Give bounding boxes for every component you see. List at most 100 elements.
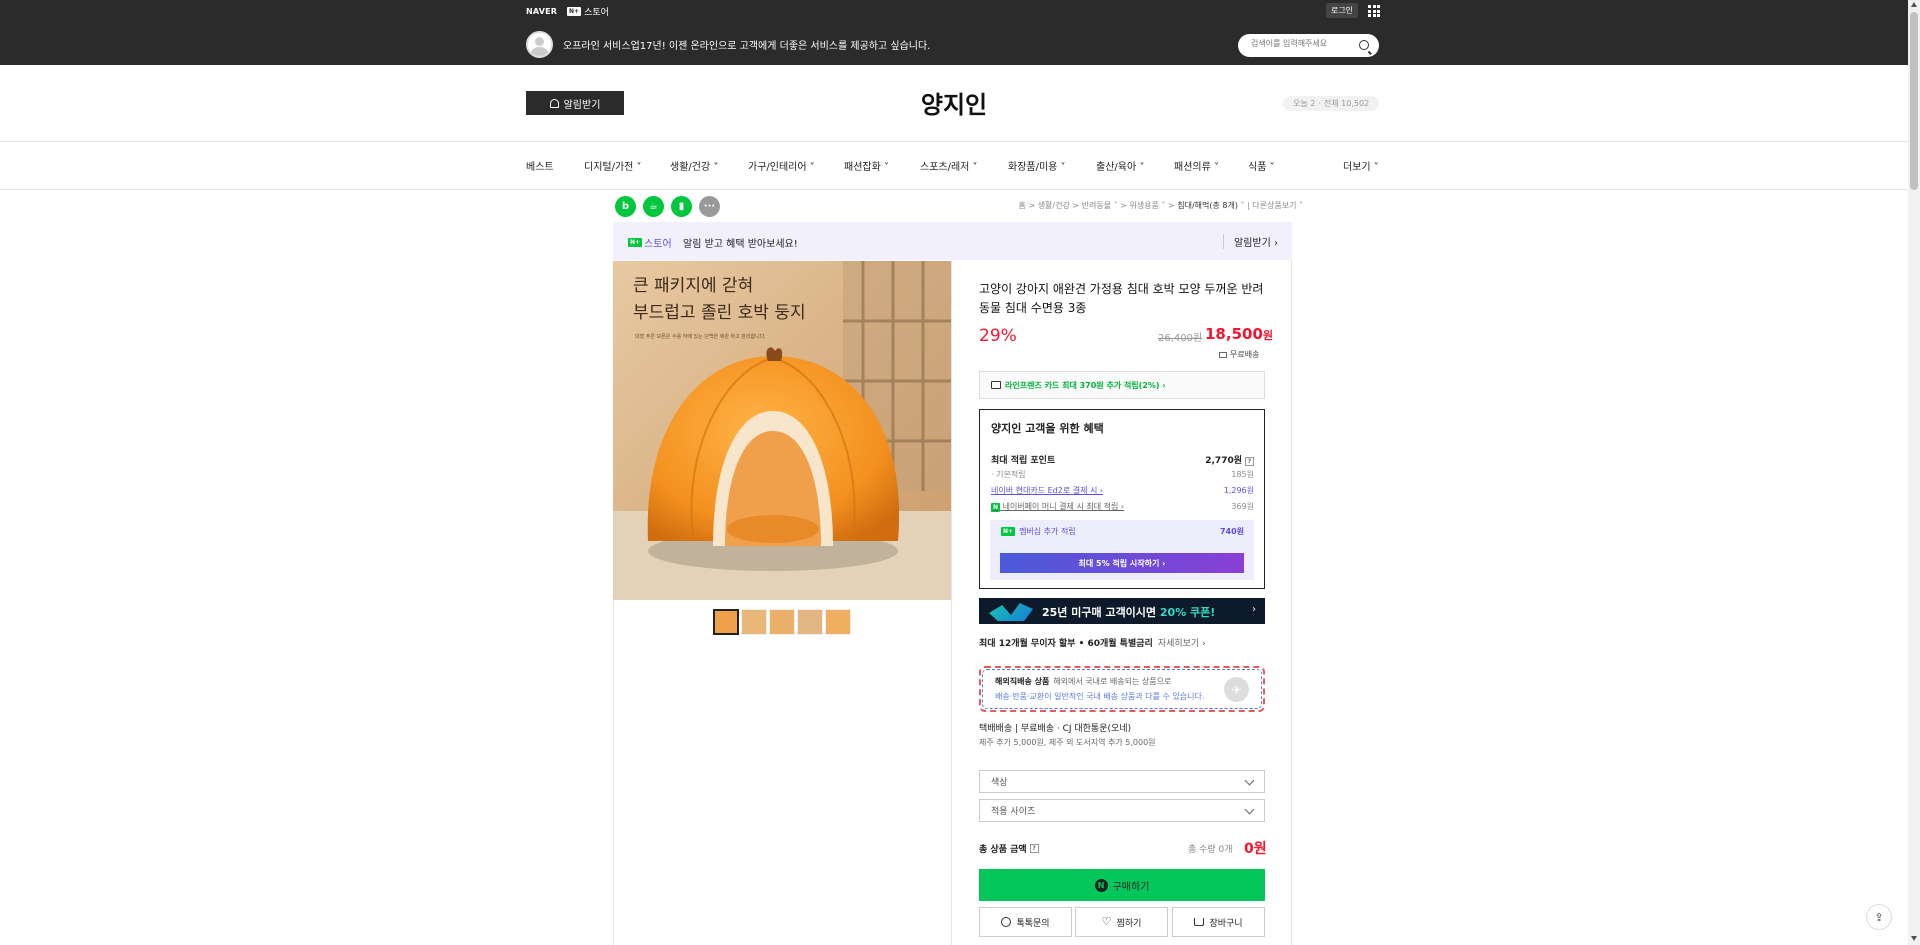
breadcrumb-item[interactable]: 홈 <box>1019 201 1026 210</box>
npay-points-value: 369원 <box>1231 502 1254 511</box>
card-benefit-text: 라인프렌즈 카드 최대 370원 추가 적립(2%) › <box>1005 381 1166 390</box>
product-main-image[interactable]: 큰 패키지에 갇혀 부드럽고 졸린 호박 둥지 대형 푸른 보폰은 수용 하에 … <box>613 261 952 600</box>
size-select[interactable]: 적용 사이즈 <box>979 799 1265 822</box>
cart-icon <box>1194 918 1205 926</box>
color-select[interactable]: 색상 <box>979 770 1265 793</box>
benefit-title: 양지인 고객을 위한 혜택 <box>991 422 1104 435</box>
total-label-text: 총 상품 금액 <box>979 845 1027 855</box>
card-benefit-box[interactable]: 라인프렌즈 카드 최대 370원 추가 적립(2%) › <box>979 371 1265 399</box>
total-quantity: 총 수량 0개 <box>1188 845 1233 855</box>
nav-more-label: 더보기 <box>1343 162 1371 173</box>
help-icon[interactable]: ? <box>1029 844 1039 853</box>
chevron-down-icon <box>1244 775 1255 786</box>
other-products-link[interactable]: 다른상품보기 <box>1252 201 1296 210</box>
login-button[interactable]: 로그인 <box>1326 3 1358 18</box>
image-headline-1: 큰 패키지에 갇혀 <box>633 276 754 296</box>
coupon-decoration <box>989 603 1033 621</box>
cart-button[interactable]: 장바구니 <box>1172 907 1265 937</box>
image-headline: 큰 패키지에 갇혀 부드럽고 졸린 호박 둥지 <box>633 273 806 327</box>
buy-button[interactable]: N 구매하기 <box>979 869 1265 901</box>
talk-inquiry-button[interactable]: 톡톡문의 <box>979 907 1072 937</box>
airplane-icon: ✈ <box>1224 677 1249 702</box>
bookmark-share-icon[interactable]: ▮ <box>671 196 692 217</box>
coupon-banner[interactable]: 25년 미구매 고객이시면 20% 쿠폰! › <box>979 598 1265 624</box>
breadcrumb-item[interactable]: 반려동물 <box>1082 201 1111 210</box>
total-price: 0원 <box>1244 841 1267 857</box>
credit-card-icon <box>991 381 1001 389</box>
promo-text: 알림 받고 혜택 받아보세요! <box>683 239 798 250</box>
column-divider <box>951 261 952 945</box>
installment-detail-link[interactable]: 자세히보기 › <box>1158 639 1206 649</box>
floating-share-icon[interactable]: ⇪ <box>1866 904 1892 930</box>
nav-item-digital[interactable]: 디지털/가전 ˅ <box>584 158 670 173</box>
nav-label: 출산/육아 <box>1096 162 1137 173</box>
overseas-shipping-notice: 해외직배송 상품 해외에서 국내로 배송되는 상품으로 배송·반품·교환이 일반적… <box>979 666 1265 712</box>
image-subtext: 대형 푸른 보폰은 수용 하에 있는 단백한 애완 하고 관리합니다. <box>635 334 766 340</box>
nav-item-sports[interactable]: 스포츠/레저 ˅ <box>920 158 1008 173</box>
more-share-icon[interactable]: ··· <box>699 196 720 217</box>
buy-button-label: 구매하기 <box>1112 881 1150 893</box>
search-input[interactable] <box>1251 39 1356 48</box>
help-icon[interactable]: ? <box>1245 457 1254 466</box>
nav-label: 식품 <box>1248 162 1267 173</box>
apps-grid-icon[interactable] <box>1368 5 1380 17</box>
free-shipping: 무료배송 <box>1219 349 1259 360</box>
thumbnail-5[interactable] <box>825 609 851 635</box>
nav-more[interactable]: 더보기 ˅ <box>1343 158 1379 173</box>
currency-unit: 원 <box>1262 329 1274 342</box>
wish-button[interactable]: 찜하기 <box>1075 907 1168 937</box>
thumbnail-list <box>713 609 851 635</box>
overseas-title-text: 해외직배송 상품 <box>995 677 1050 686</box>
membership-label: N+ 멤버십 추가 적립 <box>1001 526 1076 537</box>
breadcrumb-current[interactable]: 침대/해먹(총 8개) <box>1177 201 1238 210</box>
scroll-up-icon[interactable] <box>1911 2 1917 7</box>
thumbnail-2[interactable] <box>741 609 767 635</box>
page-scrollbar[interactable] <box>1908 0 1920 945</box>
visit-total: 전체 10,502 <box>1323 99 1370 108</box>
chat-bubble-icon <box>1001 917 1012 927</box>
delivery-info: 택배배송 | 무료배송 · CJ 대한통운(오네) <box>979 724 1132 734</box>
nav-item-best[interactable]: 베스트 <box>526 158 584 173</box>
npay-badge: N+ <box>628 238 643 247</box>
free-shipping-label: 무료배송 <box>1230 350 1260 359</box>
visit-today: 오늘 2 <box>1293 99 1316 108</box>
npay-points-row[interactable]: N 네이버페이 머니 결제 시 최대 적립 › 369원 <box>991 501 1254 512</box>
nav-item-food[interactable]: 식품 ˅ <box>1248 158 1308 173</box>
naver-store-logo[interactable]: N+ 스토어 <box>567 5 609 18</box>
search-icon[interactable] <box>1359 40 1369 50</box>
card-points-label[interactable]: 네이버 현대카드 Ed2로 결제 시 › <box>991 485 1103 496</box>
visit-count: 오늘 2 · 전체 10,502 <box>1283 96 1380 111</box>
promo-alarm-link[interactable]: 알림받기 › <box>1223 234 1278 249</box>
nav-item-clothing[interactable]: 패션의류 ˅ <box>1174 158 1248 173</box>
scroll-thumb[interactable] <box>1910 12 1918 190</box>
talk-inquiry-label: 톡톡문의 <box>1016 918 1050 929</box>
thumbnail-1[interactable] <box>713 609 739 635</box>
breadcrumb-item[interactable]: 위생용품 <box>1129 201 1158 210</box>
nav-item-furniture[interactable]: 가구/인테리어 ˅ <box>748 158 844 173</box>
card-points-row[interactable]: 네이버 현대카드 Ed2로 결제 시 › 1,296원 <box>991 485 1254 496</box>
blog-share-icon[interactable]: b <box>615 196 636 217</box>
cart-label: 장바구니 <box>1209 918 1243 929</box>
store-avatar[interactable] <box>526 31 553 58</box>
naver-logo[interactable]: NAVER <box>526 7 557 16</box>
membership-start-button[interactable]: 최대 5% 적립 시작하기 › <box>1000 553 1244 573</box>
nav-item-baby[interactable]: 출산/육아 ˅ <box>1096 158 1174 173</box>
store-title[interactable]: 양지인 <box>0 85 1908 120</box>
installment-info: 최대 12개월 무이자 할부 • 60개월 특별금리 자세히보기 › <box>979 636 1206 649</box>
search-box[interactable] <box>1238 34 1379 57</box>
basic-points-row: · 기본적립 185원 <box>991 470 1254 479</box>
color-select-label: 색상 <box>991 778 1008 788</box>
scroll-down-icon[interactable] <box>1911 936 1917 941</box>
thumbnail-3[interactable] <box>769 609 795 635</box>
size-select-label: 적용 사이즈 <box>991 807 1036 817</box>
cafe-share-icon[interactable]: ☕ <box>643 196 664 217</box>
truck-icon <box>1219 351 1227 358</box>
thumbnail-4[interactable] <box>797 609 823 635</box>
wish-label: 찜하기 <box>1116 918 1142 929</box>
nav-item-fashion-goods[interactable]: 패션잡화 ˅ <box>844 158 920 173</box>
overseas-title: 해외직배송 상품 해외에서 국내로 배송되는 상품으로 <box>995 676 1171 687</box>
nav-item-living[interactable]: 생활/건강 ˅ <box>670 158 748 173</box>
breadcrumb-item[interactable]: 생활/건강 <box>1038 201 1070 210</box>
nav-item-beauty[interactable]: 화장품/미용 ˅ <box>1008 158 1096 173</box>
image-headline-2: 부드럽고 졸린 호박 둥지 <box>633 303 806 323</box>
